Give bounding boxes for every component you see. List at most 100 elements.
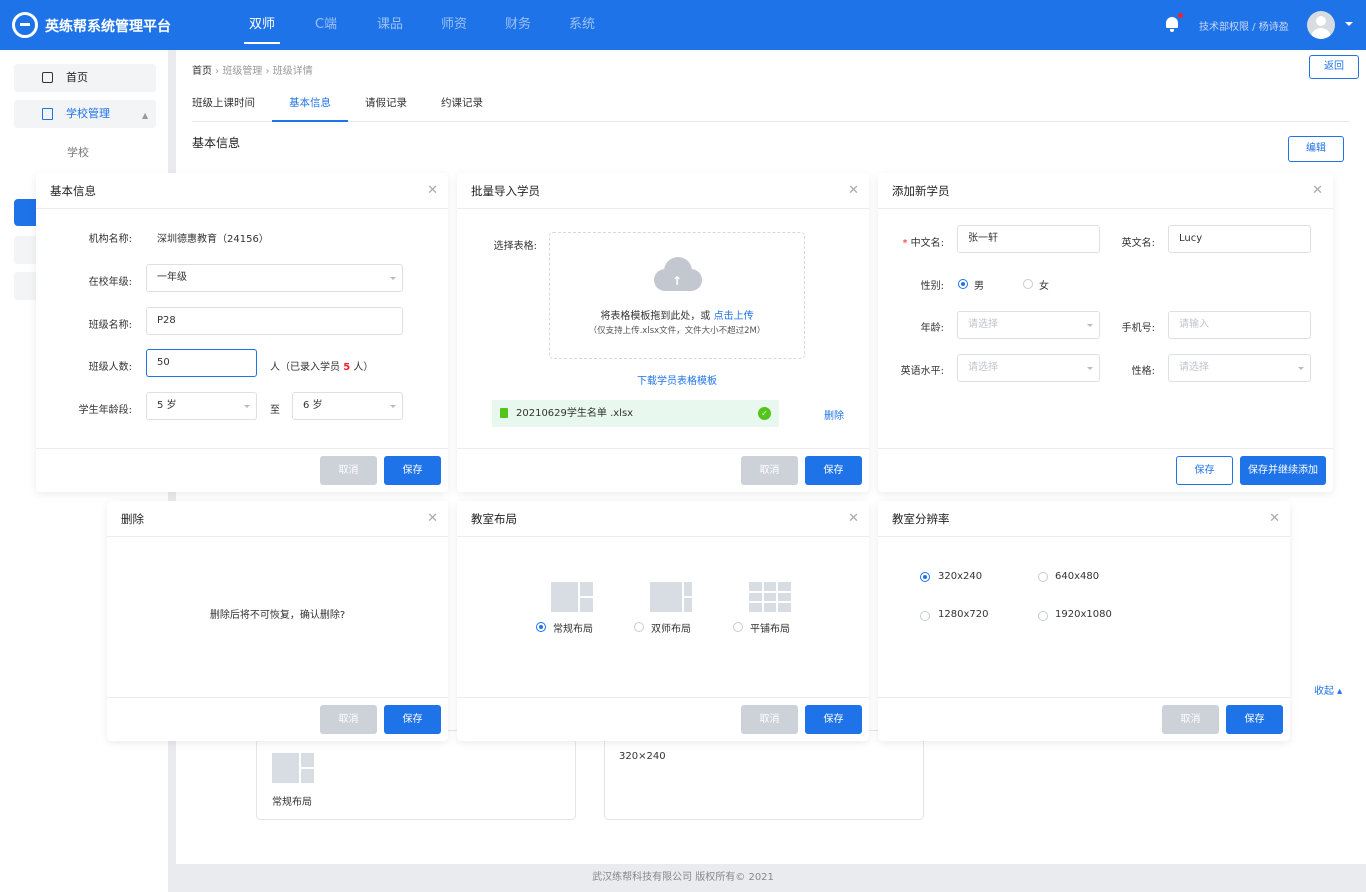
org-label: 机构名称: bbox=[88, 234, 132, 245]
select-table-label: 选择表格: bbox=[493, 241, 537, 252]
cancel-button[interactable]: 取消 bbox=[741, 456, 798, 485]
character-select[interactable]: 请选择 bbox=[1168, 354, 1311, 382]
layout-tiled-radio[interactable] bbox=[733, 622, 743, 632]
user-path[interactable]: 技术部权限 / 杨诗盈 bbox=[1199, 18, 1289, 33]
age-select[interactable]: 请选择 bbox=[957, 311, 1100, 339]
cancel-button[interactable]: 取消 bbox=[741, 705, 798, 734]
chevron-down-icon[interactable] bbox=[1345, 22, 1353, 30]
modal-header: 基本信息 ✕ bbox=[36, 173, 448, 209]
layout-normal-radio[interactable] bbox=[536, 622, 546, 632]
save-button[interactable]: 保存 bbox=[805, 456, 862, 485]
save-button[interactable]: 保存 bbox=[384, 705, 441, 734]
nav-kepin[interactable]: 课品 bbox=[358, 0, 422, 50]
close-icon[interactable]: ✕ bbox=[1269, 501, 1280, 537]
close-icon[interactable]: ✕ bbox=[848, 501, 859, 537]
back-button[interactable]: 返回 bbox=[1309, 55, 1359, 79]
upload-link[interactable]: 点击上传 bbox=[714, 311, 754, 322]
edit-button[interactable]: 编辑 bbox=[1288, 136, 1344, 162]
nav-shizi[interactable]: 师资 bbox=[422, 0, 486, 50]
modal-title: 教室布局 bbox=[471, 512, 517, 526]
modal-header: 删除 ✕ bbox=[107, 501, 448, 537]
classroom-layout-modal: 教室布局 ✕ 常规布局 双师布局 平铺布局 取消 保存 bbox=[457, 501, 869, 741]
breadcrumb-class-mgmt[interactable]: 班级管理 bbox=[222, 66, 262, 77]
age-to-value: 6 岁 bbox=[303, 400, 323, 411]
character-placeholder: 请选择 bbox=[1179, 362, 1209, 373]
modal-footer: 保存 保存并继续添加 bbox=[878, 448, 1333, 492]
normal-layout-icon bbox=[272, 753, 314, 783]
drop-text: 将表格模板拖到此处，或 bbox=[600, 311, 711, 322]
tab-class-time[interactable]: 班级上课时间 bbox=[192, 90, 272, 121]
resolution-640-label: 640x480 bbox=[1055, 571, 1100, 582]
dual-teacher-layout-icon bbox=[650, 582, 692, 612]
nav-caiwu[interactable]: 财务 bbox=[486, 0, 550, 50]
org-value: 深圳德惠教育（24156） bbox=[157, 234, 269, 245]
en-name-input[interactable]: Lucy bbox=[1168, 225, 1311, 253]
resolution-1920-radio[interactable] bbox=[1038, 611, 1048, 621]
grade-label: 在校年级: bbox=[88, 277, 132, 288]
bell-icon[interactable] bbox=[1165, 15, 1179, 32]
close-icon[interactable]: ✕ bbox=[427, 501, 438, 537]
save-button[interactable]: 保存 bbox=[384, 456, 441, 485]
document-icon bbox=[42, 108, 53, 120]
tiled-layout-icon bbox=[749, 582, 791, 612]
brand-title: 英练帮系统管理平台 bbox=[45, 19, 171, 35]
chevron-down-icon bbox=[1087, 324, 1093, 330]
resolution-320-radio[interactable] bbox=[920, 572, 930, 582]
character-label: 性格: bbox=[1131, 366, 1155, 377]
breadcrumb-home[interactable]: 首页 bbox=[192, 66, 212, 77]
upload-dropzone[interactable]: ↑ 将表格模板拖到此处，或 点击上传 （仅支持上传.xlsx文件，文件大小不超过… bbox=[549, 232, 805, 359]
collapse-link[interactable]: 收起 ▴ bbox=[1314, 682, 1342, 697]
resolution-1280-label: 1280x720 bbox=[938, 609, 989, 620]
sidebar-item-school-mgmt[interactable]: 学校管理 bbox=[14, 100, 156, 128]
save-and-continue-button[interactable]: 保存并继续添加 bbox=[1240, 456, 1326, 485]
download-template-link[interactable]: 下载学员表格模板 bbox=[457, 372, 869, 387]
phone-label: 手机号: bbox=[1121, 323, 1155, 334]
required-mark: * bbox=[902, 238, 911, 249]
cloud-upload-icon: ↑ bbox=[654, 257, 702, 291]
classroom-resolution-modal: 教室分辨率 ✕ 320x240 640x480 1280x720 1920x108… bbox=[878, 501, 1290, 741]
delete-file-link[interactable]: 删除 bbox=[824, 407, 844, 422]
modal-title: 基本信息 bbox=[50, 184, 96, 198]
grade-select[interactable]: 一年级 bbox=[146, 264, 403, 292]
tab-booking-records[interactable]: 约课记录 bbox=[424, 90, 500, 121]
save-button[interactable]: 保存 bbox=[805, 705, 862, 734]
close-icon[interactable]: ✕ bbox=[848, 173, 859, 209]
layout-dual-radio[interactable] bbox=[634, 622, 644, 632]
cancel-button[interactable]: 取消 bbox=[320, 705, 377, 734]
nav-shuangshi[interactable]: 双师 bbox=[230, 0, 294, 50]
close-icon[interactable]: ✕ bbox=[1312, 173, 1323, 209]
phone-input[interactable]: 请输入 bbox=[1168, 311, 1311, 339]
top-bar: 英练帮系统管理平台 双师 C端 课品 师资 财务 系统 技术部权限 / 杨诗盈 bbox=[0, 0, 1366, 50]
cancel-button[interactable]: 取消 bbox=[1162, 705, 1219, 734]
modal-header: 教室布局 ✕ bbox=[457, 501, 869, 537]
nav-c[interactable]: C端 bbox=[294, 0, 358, 50]
sidebar-item-school[interactable]: 学校 bbox=[67, 144, 89, 160]
tab-basic-info[interactable]: 基本信息 bbox=[272, 90, 348, 122]
sidebar-item-home[interactable]: 首页 bbox=[14, 64, 156, 92]
english-level-select[interactable]: 请选择 bbox=[957, 354, 1100, 382]
age-from-select[interactable]: 5 岁 bbox=[146, 392, 257, 420]
enrolled-count-text: 人（已录入学员 5 人） bbox=[270, 358, 373, 373]
nav-xitong[interactable]: 系统 bbox=[550, 0, 614, 50]
modal-header: 批量导入学员 ✕ bbox=[457, 173, 869, 209]
save-button[interactable]: 保存 bbox=[1226, 705, 1283, 734]
resolution-1280-radio[interactable] bbox=[920, 611, 930, 621]
sidebar-item-collapsed[interactable] bbox=[14, 272, 38, 300]
save-button[interactable]: 保存 bbox=[1176, 456, 1233, 485]
class-count-input[interactable]: 50 bbox=[146, 349, 257, 377]
close-icon[interactable]: ✕ bbox=[427, 173, 438, 209]
gender-female-radio[interactable] bbox=[1023, 279, 1033, 289]
modal-header: 添加新学员 ✕ bbox=[878, 173, 1333, 209]
cn-name-input[interactable]: 张一轩 bbox=[957, 225, 1100, 253]
avatar[interactable] bbox=[1307, 11, 1335, 39]
cancel-button[interactable]: 取消 bbox=[320, 456, 377, 485]
english-level-placeholder: 请选择 bbox=[968, 362, 998, 373]
class-name-input[interactable]: P28 bbox=[146, 307, 403, 335]
phone-placeholder: 请输入 bbox=[1179, 319, 1209, 330]
gender-male-radio[interactable] bbox=[958, 279, 968, 289]
age-to-select[interactable]: 6 岁 bbox=[292, 392, 403, 420]
sidebar-item-collapsed[interactable] bbox=[14, 236, 38, 264]
age-label: 年龄: bbox=[920, 323, 944, 334]
resolution-640-radio[interactable] bbox=[1038, 572, 1048, 582]
tab-leave-records[interactable]: 请假记录 bbox=[348, 90, 424, 121]
